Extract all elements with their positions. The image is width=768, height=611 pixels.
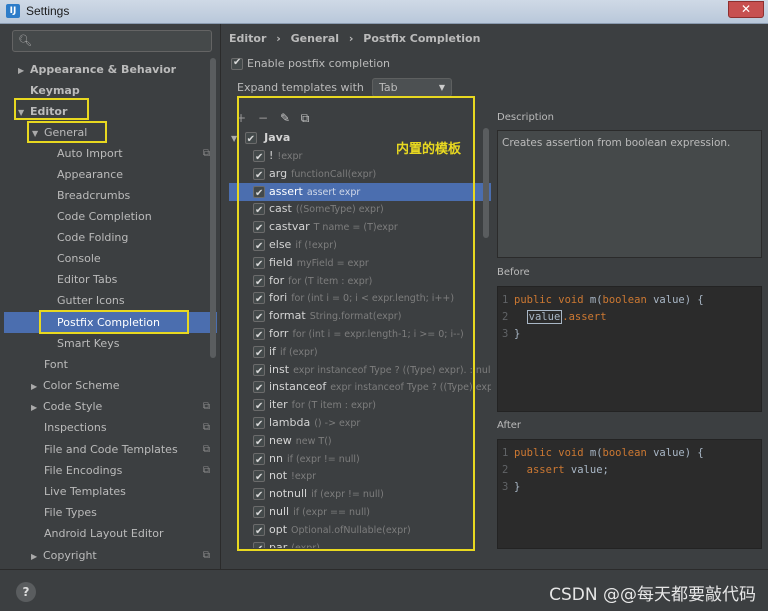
annotation-box-postfix [39,310,189,334]
watermark: CSDN @@每天都要敲代码 [549,585,756,605]
breadcrumb: Editor › General › Postfix Completion [229,32,481,45]
description-box: Creates assertion from boolean expressio… [497,130,762,258]
sidebar-item-android-layout-editor[interactable]: Android Layout Editor [44,523,163,544]
search-icon: 🔍︎ [18,34,32,47]
sidebar-item-copyright[interactable]: ▶ Copyright ⧉ [31,545,210,566]
templates-scrollbar[interactable] [483,128,489,238]
sidebar-item-appearance-behavior[interactable]: ▶ Appearance & Behavior [18,59,176,80]
chevron-right-icon: ▶ [31,403,38,412]
copy-icon: ⧉ [202,148,210,159]
annotation-box-templates [237,96,475,551]
before-code-box: 1 public void m(boolean value) { 2 value.… [497,286,762,412]
sidebar-item-file-encodings[interactable]: File Encodings ⧉ [44,460,210,481]
copy-icon: ⧉ [202,550,210,561]
expand-key-select[interactable]: Tab ▼ [372,78,452,97]
sidebar-item-font[interactable]: Font [44,354,68,375]
close-button[interactable]: ✕ [728,1,764,18]
expand-templates-row: Expand templates with Tab ▼ [237,78,452,97]
copy-icon: ⧉ [202,465,210,476]
checkbox-checked[interactable] [231,57,243,70]
copy-icon: ⧉ [202,401,210,412]
sidebar-item-smart-keys[interactable]: Smart Keys [57,333,119,354]
description-label: Description [497,112,554,123]
sidebar-item-gutter-icons[interactable]: Gutter Icons [57,290,125,311]
sidebar-item-breadcrumbs[interactable]: Breadcrumbs [57,185,130,206]
code-line: 2 value .assert [502,310,607,324]
after-code-box: 1 public void m(boolean value) { 2 assert… [497,439,762,549]
sidebar-item-file-code-templates[interactable]: File and Code Templates ⧉ [44,439,210,460]
chevron-down-icon: ▼ [438,83,445,92]
copy-icon: ⧉ [202,444,210,455]
sidebar-item-inspections[interactable]: Inspections ⧉ [44,417,210,438]
code-line: 1 public void m(boolean value) { [502,447,704,459]
after-label: After [497,420,522,431]
app-icon: IJ [6,4,20,18]
chevron-right-icon: ▶ [31,552,38,561]
copy-icon: ⧉ [202,422,210,433]
chevron-right-icon: ▶ [31,382,38,391]
code-line: 2 assert value; [502,464,609,476]
sidebar-item-console[interactable]: Console [57,248,101,269]
search-input[interactable]: 🔍︎ [12,30,212,52]
sidebar-item-auto-import[interactable]: Auto Import ⧉ [57,143,210,164]
code-line: 3} [502,328,521,340]
window-title: Settings [26,4,70,18]
annotation-box-general [27,121,107,143]
footer: ? CSDN @@每天都要敲代码 [0,569,768,611]
before-label: Before [497,267,530,278]
chevron-right-icon: ▶ [18,66,25,75]
sidebar-item-code-style[interactable]: ▶ Code Style ⧉ [31,396,210,417]
sidebar-item-file-types[interactable]: File Types [44,502,97,523]
enable-postfix-checkbox[interactable]: Enable postfix completion [231,57,390,70]
sidebar-item-appearance[interactable]: Appearance [57,164,123,185]
sidebar-item-code-folding[interactable]: Code Folding [57,227,128,248]
sidebar-scrollbar[interactable] [210,58,216,358]
help-button[interactable]: ? [16,582,36,602]
sidebar-item-color-scheme[interactable]: ▶ Color Scheme [31,375,119,396]
annotation-box-editor [14,98,89,120]
sidebar-item-live-templates[interactable]: Live Templates [44,481,126,502]
title-bar: IJ Settings ✕ [0,0,768,24]
code-line: 3} [502,481,521,493]
sidebar-item-editor-tabs[interactable]: Editor Tabs [57,269,117,290]
sidebar-item-code-completion[interactable]: Code Completion [57,206,152,227]
code-line: 1 public void m(boolean value) { [502,294,704,306]
